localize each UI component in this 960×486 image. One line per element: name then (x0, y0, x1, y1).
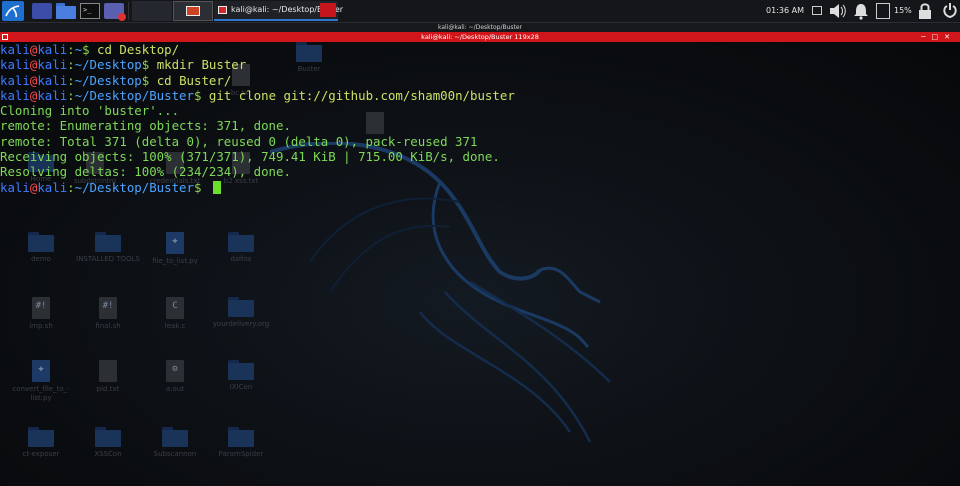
prompt-path: ~/Desktop/Buster (74, 87, 194, 103)
prompt-user: kali (0, 72, 30, 88)
prompt-line: kali@kali:~/Desktop$ mkdir Buster (0, 57, 960, 72)
prompt-symbol: $ (82, 42, 90, 57)
prompt-symbol: $ (141, 57, 150, 73)
terminal-titlebar-top: kali@kali: ~/Desktop/Buster (0, 23, 960, 32)
terminal-title: kali@kali: ~/Desktop/Buster (437, 24, 523, 31)
prompt-host: kali (37, 179, 68, 195)
kali-menu-icon[interactable] (2, 1, 24, 21)
output-line: remote: Total 371 (delta 0), reused 0 (d… (0, 134, 960, 149)
terminal-subtitle: kali@kali: ~/Desktop/Buster 119x28 (421, 33, 539, 41)
terminal-titlebar[interactable]: kali@kali: ~/Desktop/Buster 119x28 ─□✕ (0, 32, 960, 42)
prompt-user: kali (0, 87, 30, 103)
prompt-separator: : (67, 42, 75, 57)
prompt-separator: : (67, 179, 75, 195)
text-cursor (212, 180, 221, 194)
output-line: Resolving deltas: 100% (234/234), done. (0, 164, 960, 179)
prompt-line: kali@kali:~/Desktop/Buster$ (0, 180, 960, 195)
output-text: Cloning into 'buster'... (0, 103, 180, 119)
prompt-separator: : (67, 72, 75, 88)
prompt-symbol: $ (141, 72, 150, 88)
prompt-host: kali (37, 72, 68, 88)
prompt-line: kali@kali:~/Desktop/Buster$ git clone gi… (0, 88, 960, 103)
terminal-output[interactable]: kali@kali:~$ cd Desktop/kali@kali:~/Desk… (0, 42, 960, 486)
prompt-user: kali (0, 42, 30, 57)
notification-bell-icon[interactable] (852, 2, 870, 24)
volume-icon[interactable] (828, 2, 848, 24)
terminal-window-icon (218, 6, 227, 14)
output-text: remote: Total 371 (delta 0), reused 0 (d… (0, 133, 478, 149)
folder-icon[interactable] (56, 3, 76, 19)
prompt-user: kali (0, 179, 30, 195)
clock[interactable]: 01:36 AM (766, 6, 804, 15)
output-text: remote: Enumerating objects: 371, done. (0, 118, 291, 134)
prompt-symbol: $ (193, 87, 202, 103)
output-line: Receiving objects: 100% (371/371), 749.4… (0, 149, 960, 164)
taskbar-separator (128, 2, 129, 20)
output-text: Resolving deltas: 100% (234/234), done. (0, 164, 291, 180)
prompt-line: kali@kali:~$ cd Desktop/ (0, 42, 960, 57)
network-icon[interactable] (876, 3, 890, 19)
output-line: remote: Enumerating objects: 371, done. (0, 118, 960, 133)
command-text: git clone git://github.com/sham00n/buste… (208, 87, 515, 103)
prompt-user: kali (0, 57, 30, 73)
prompt-symbol: $ (193, 179, 202, 195)
prompt-path: ~/Desktop/Buster (74, 179, 194, 195)
window-controls[interactable]: ─□✕ (921, 33, 956, 41)
workspace-2[interactable] (173, 1, 213, 21)
battery-indicator[interactable]: 15% (894, 6, 912, 15)
prompt-path: ~/Desktop (74, 72, 142, 88)
power-icon[interactable] (942, 2, 958, 24)
prompt-host: kali (37, 87, 68, 103)
prompt-host: kali (37, 42, 68, 57)
app-launcher-icon[interactable] (104, 3, 126, 21)
task-terminal-window[interactable]: kali@kali: ~/Desktop/Buster (214, 1, 343, 21)
workspace-1[interactable] (132, 1, 172, 21)
prompt-separator: : (67, 57, 75, 73)
command-text: mkdir Buster (156, 57, 247, 73)
output-text: Receiving objects: 100% (371/371), 749.4… (0, 149, 500, 165)
prompt-separator: : (67, 87, 75, 103)
prompt-path: ~ (74, 42, 83, 57)
task-minimize-indicator (320, 3, 336, 17)
lock-screen-icon[interactable] (918, 2, 932, 24)
keyboard-layout-icon[interactable] (812, 6, 822, 15)
prompt-host: kali (37, 57, 68, 73)
taskbar: >_ kali@kali: ~/Desktop/Buster 01:36 AM … (0, 0, 960, 23)
output-line: Cloning into 'buster'... (0, 103, 960, 118)
command-text: cd Desktop/ (97, 42, 180, 57)
files-app-icon[interactable] (32, 3, 52, 19)
prompt-line: kali@kali:~/Desktop$ cd Buster/ (0, 73, 960, 88)
command-text: cd Buster/ (156, 72, 232, 88)
terminal-icon[interactable]: >_ (80, 3, 100, 19)
prompt-path: ~/Desktop (74, 57, 142, 73)
